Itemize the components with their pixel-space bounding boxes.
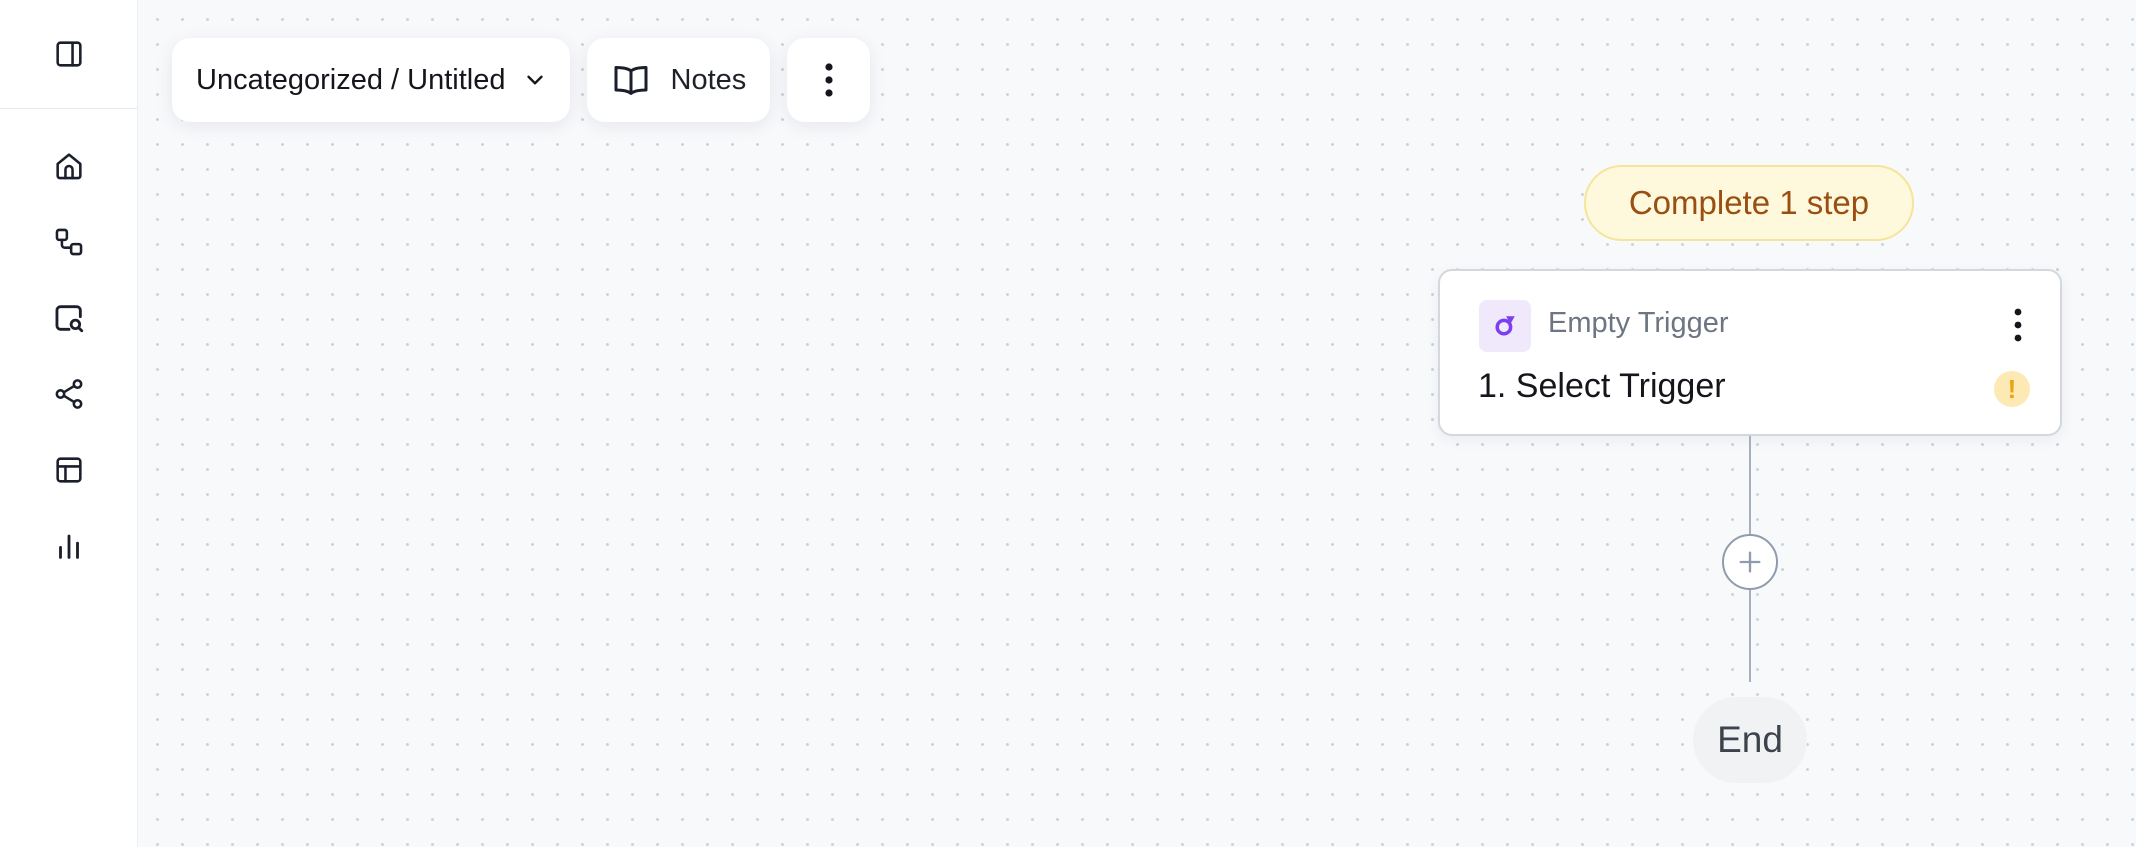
add-step-button[interactable] (1722, 534, 1778, 590)
trigger-icon-container (1479, 300, 1531, 352)
step-menu-button[interactable] (2008, 305, 2028, 345)
notes-label: Notes (670, 63, 747, 96)
home-icon (56, 153, 82, 180)
app-root: Uncategorized / Untitled Notes Complete … (0, 0, 2136, 847)
trigger-type-label: Empty Trigger (1548, 307, 1729, 339)
bar-chart-icon (59, 534, 79, 559)
sidebar-header (0, 0, 137, 109)
sidebar-item-workflows[interactable] (41, 214, 97, 270)
status-text: Complete 1 step (1628, 184, 1870, 221)
sidebar-panel-icon (55, 41, 82, 67)
connector-line-bottom (1749, 590, 1751, 682)
more-vertical-icon (825, 63, 833, 97)
trigger-bolt-icon (1495, 316, 1515, 336)
search-screen-icon (55, 305, 84, 333)
breadcrumb: Uncategorized / Untitled (196, 63, 506, 96)
workflow-icon (55, 228, 83, 256)
more-vertical-icon (2014, 308, 2022, 342)
end-node: End (1693, 697, 1807, 783)
top-toolbar: Uncategorized / Untitled Notes (172, 38, 871, 122)
sidebar-item-analytics[interactable] (41, 518, 97, 574)
more-options-button[interactable] (787, 38, 871, 122)
sidebar-nav (0, 138, 138, 594)
end-label: End (1717, 719, 1783, 760)
flow-title-dropdown[interactable]: Uncategorized / Untitled (172, 38, 570, 122)
sidebar-toggle-button[interactable] (41, 26, 97, 82)
connector-line-top (1749, 436, 1751, 534)
sidebar-item-home[interactable] (41, 138, 97, 194)
plus-icon (1739, 551, 1761, 573)
sidebar-item-executions[interactable] (41, 290, 97, 346)
trigger-step-title: 1. Select Trigger (1478, 367, 1726, 405)
sidebar-item-tables[interactable] (41, 442, 97, 498)
table-icon (56, 457, 82, 483)
share-nodes-icon (55, 379, 83, 409)
warning-symbol: ! (2007, 374, 2017, 404)
status-badge[interactable]: Complete 1 step (1584, 165, 1914, 241)
notes-button[interactable]: Notes (586, 38, 771, 122)
warning-icon: ! (1994, 371, 2030, 407)
sidebar-item-connections[interactable] (41, 366, 97, 422)
trigger-step-card[interactable]: Empty Trigger 1. Select Trigger ! (1438, 269, 2062, 436)
book-open-icon (614, 66, 647, 95)
chevron-down-icon (526, 75, 543, 85)
sidebar (0, 0, 138, 847)
